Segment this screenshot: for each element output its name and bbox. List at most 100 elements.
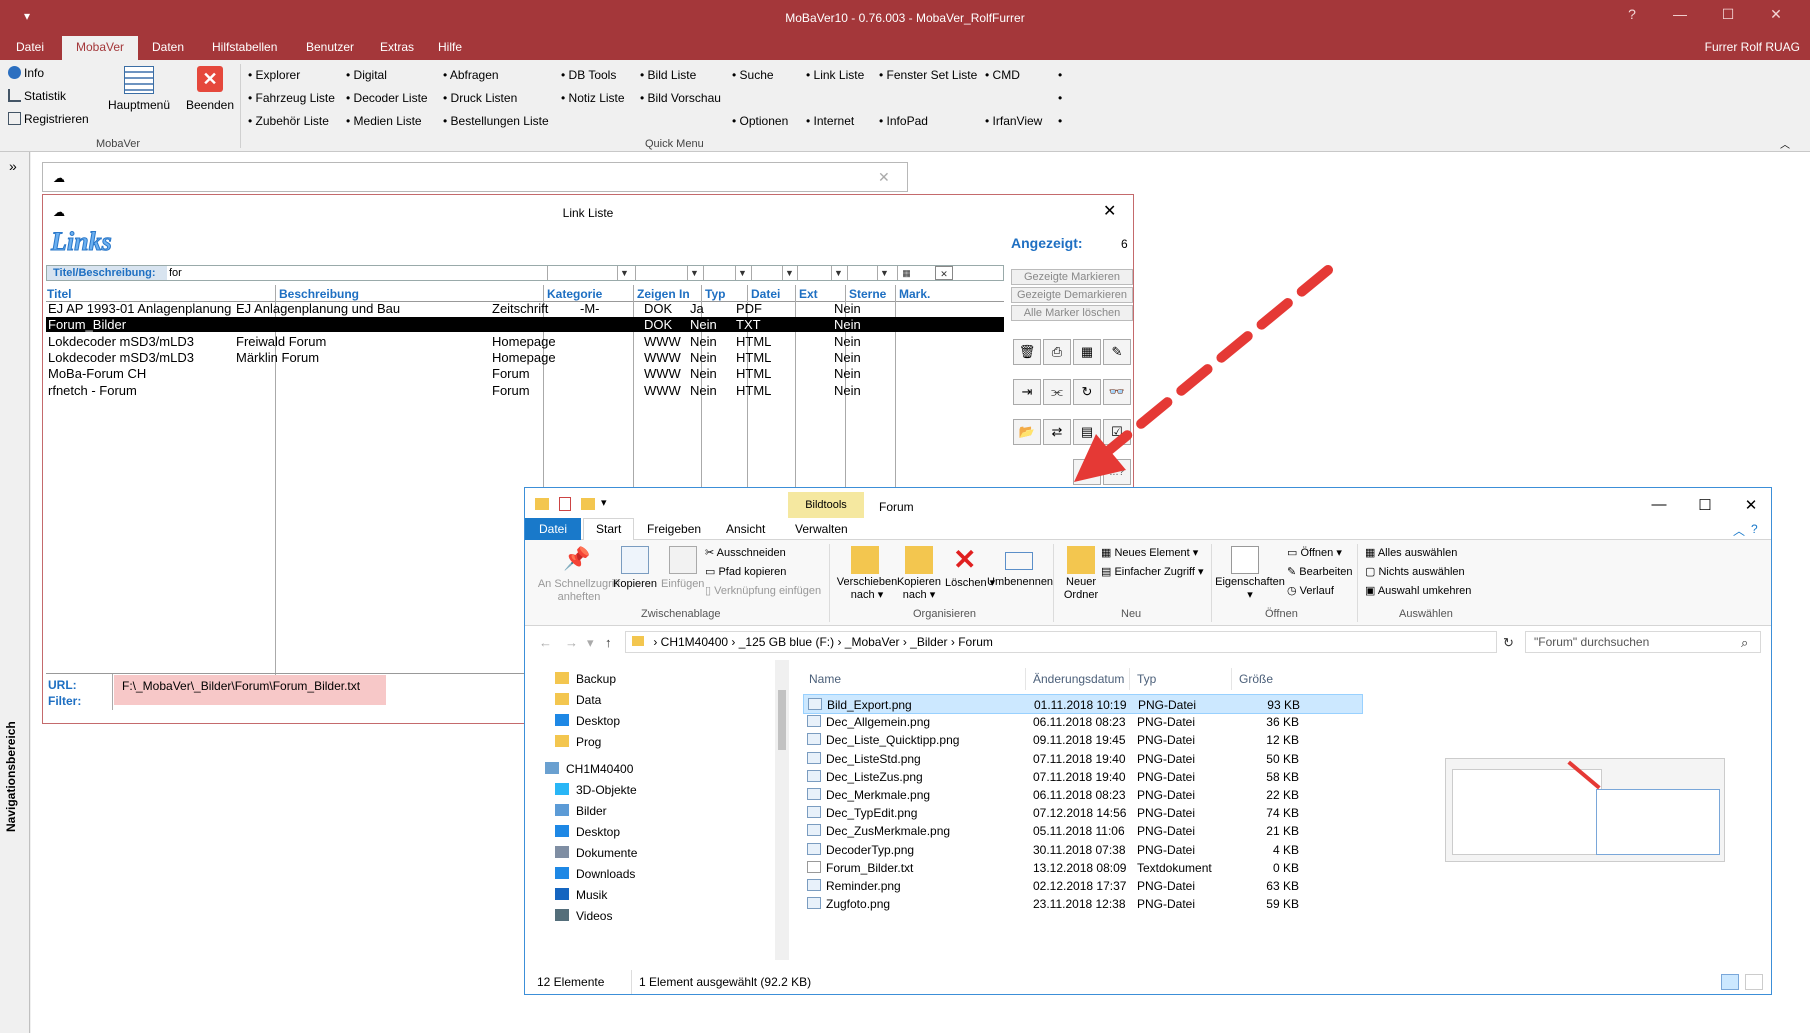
table-row[interactable]: rfnetch - Forum Forum WWW Nein HTML Nein (46, 383, 1004, 398)
minimize-icon[interactable]: — (1639, 496, 1679, 513)
refresh-icon[interactable]: ↻ (1503, 635, 1514, 651)
easy-access-button[interactable]: ▤ Einfacher Zugriff ▾ (1101, 565, 1204, 578)
tab-benutzer[interactable]: Benutzer (306, 40, 354, 54)
tab-hilfe[interactable]: Hilfe (438, 40, 462, 54)
copy-button[interactable]: Kopieren (613, 578, 657, 590)
file-row[interactable]: Dec_ZusMerkmale.png 05.11.2018 11:06 PNG-D… (803, 821, 1363, 841)
crumb-forum[interactable]: Forum (958, 635, 993, 649)
col-beschreibung[interactable]: Beschreibung (279, 287, 359, 301)
address-bar[interactable]: › CH1M40400 › _125 GB blue (F:) › _MobaV… (625, 631, 1497, 653)
qm-bild-vorschau[interactable]: • Bild Vorschau (640, 91, 721, 105)
file-row[interactable]: Reminder.png 02.12.2018 17:37 PNG-Datei 63 … (803, 876, 1363, 896)
large-icons-view-icon[interactable] (1745, 974, 1763, 990)
file-row[interactable]: Bild_Export.png 01.11.2018 10:19 PNG-Datei… (803, 694, 1363, 714)
properties-icon[interactable] (559, 497, 571, 511)
col-kategorie[interactable]: Kategorie (547, 287, 602, 301)
details-view-icon[interactable] (1721, 974, 1739, 990)
typ-filter[interactable] (703, 266, 704, 280)
pin-quick-access-button[interactable]: An Schnellzugriff anheften (533, 578, 625, 604)
qm-optionen[interactable]: • Optionen (732, 114, 788, 128)
minimize-icon[interactable]: — (1660, 6, 1700, 22)
registrieren-button[interactable]: Registrieren (8, 112, 89, 126)
qat-dropdown-icon[interactable]: ▾ (601, 496, 607, 509)
file-row[interactable]: Dec_Merkmale.png 06.11.2018 08:23 PNG-Date… (803, 785, 1363, 805)
qm-fenster-set-liste[interactable]: • Fenster Set Liste (879, 68, 977, 82)
file-row[interactable]: Zugfoto.png 23.11.2018 12:38 PNG-Datei 59 K… (803, 894, 1363, 914)
col-date[interactable]: Änderungsdatum (1033, 672, 1124, 686)
statistik-button[interactable]: Statistik (8, 89, 66, 103)
col-size[interactable]: Größe (1239, 672, 1273, 686)
qm-empty-slot[interactable]: • (1058, 68, 1062, 82)
chevron-down-icon[interactable]: ▼ (782, 266, 796, 280)
file-row[interactable]: DecoderTyp.png 30.11.2018 07:38 PNG-Datei 4… (803, 840, 1363, 860)
new-item-button[interactable]: ▦ Neues Element ▾ (1101, 546, 1198, 559)
help-icon[interactable]: ? (1612, 6, 1652, 22)
qm-empty-slot[interactable]: • (1058, 114, 1062, 128)
file-row[interactable]: Forum_Bilder.txt 13.12.2018 08:09 Textdoku… (803, 858, 1363, 878)
search-icon[interactable]: ⌕ (1741, 635, 1748, 651)
search-input[interactable]: "Forum" durchsuchen (1525, 631, 1761, 653)
tree-item[interactable]: Videos (555, 909, 612, 923)
table-row[interactable]: Lokdecoder mSD3/mLD3 Märklin Forum Homepag… (46, 350, 1004, 365)
qm-medien-liste[interactable]: • Medien Liste (346, 114, 422, 128)
navigation-pane[interactable]: » Navigationsbereich (0, 152, 30, 1033)
tab-ansicht[interactable]: Ansicht (726, 522, 765, 536)
tree-item[interactable]: Desktop (555, 825, 620, 839)
clear-filter-icon[interactable]: ✕ (935, 266, 953, 280)
edit-button[interactable]: ✎ Bearbeiten (1287, 565, 1353, 578)
tree-item[interactable]: Musik (555, 888, 607, 902)
qm-bild-liste[interactable]: • Bild Liste (640, 68, 696, 82)
chevron-down-icon[interactable]: ▼ (735, 266, 749, 280)
tree-item[interactable]: Prog (555, 735, 601, 749)
paste-button[interactable]: Einfügen (661, 578, 704, 590)
new-folder-icon[interactable] (581, 498, 595, 510)
zeigen-in-filter[interactable] (635, 266, 636, 280)
col-titel[interactable]: Titel (47, 287, 71, 301)
expand-chevron-icon[interactable]: » (9, 158, 17, 174)
qm-notiz-liste[interactable]: • Notiz Liste (561, 91, 625, 105)
back-arrow-icon[interactable]: ← (539, 635, 552, 650)
select-all-button[interactable]: ▦ Alles auswählen (1365, 546, 1457, 559)
url-field[interactable]: F:\_MobaVer\_Bilder\Forum\Forum_Bilder.t… (114, 675, 386, 705)
qm-cmd[interactable]: • CMD (985, 68, 1020, 82)
move-to-button[interactable]: Verschieben nach ▾ (835, 576, 899, 602)
maximize-icon[interactable]: ☐ (1708, 6, 1748, 23)
tree-item[interactable]: Data (555, 693, 601, 707)
tab-mobaver[interactable]: MobaVer (62, 36, 139, 60)
ext-filter[interactable] (797, 266, 798, 280)
qm-db-tools[interactable]: • DB Tools (561, 68, 616, 82)
paste-shortcut-button[interactable]: ▯ Verknüpfung einfügen (705, 584, 821, 597)
qm-internet[interactable]: • Internet (806, 114, 854, 128)
open-folder-icon[interactable]: 📂 (1013, 419, 1041, 445)
tree-item[interactable]: 3D-Objekte (555, 783, 637, 797)
tab-hilfstabellen[interactable]: Hilfstabellen (212, 40, 277, 54)
crumb-drive[interactable]: _125 GB blue (F:) (739, 635, 834, 649)
cut-button[interactable]: ✂ Ausschneiden (705, 546, 786, 559)
qm-decoder-liste[interactable]: • Decoder Liste (346, 91, 428, 105)
qm-explorer[interactable]: • Explorer (248, 68, 300, 82)
file-row[interactable]: Dec_Allgemein.png 06.11.2018 08:23 PNG-Dat… (803, 712, 1363, 732)
tree-item[interactable]: Bilder (555, 804, 607, 818)
tree-item[interactable]: Downloads (555, 867, 635, 881)
qm-druck-listen[interactable]: • Druck Listen (443, 91, 517, 105)
tree-item[interactable]: CH1M40400 (545, 762, 633, 776)
col-type[interactable]: Typ (1137, 672, 1156, 686)
file-row[interactable]: Dec_ListeStd.png 07.11.2018 19:40 PNG-Date… (803, 749, 1363, 769)
qm-fahrzeug-liste[interactable]: • Fahrzeug Liste (248, 91, 335, 105)
file-row[interactable]: Dec_TypEdit.png 07.12.2018 14:56 PNG-Datei… (803, 803, 1363, 823)
close-icon[interactable]: ✕ (878, 169, 890, 186)
col-datei[interactable]: Datei (751, 287, 780, 301)
help-icon[interactable]: ? (1751, 522, 1758, 536)
scrollbar-thumb[interactable] (778, 690, 786, 750)
properties-button[interactable]: Eigenschaften ▾ (1213, 576, 1287, 602)
table-row[interactable]: Lokdecoder mSD3/mLD3 Freiwald Forum Homepa… (46, 334, 1004, 349)
qm-abfragen[interactable]: • Abfragen (443, 68, 499, 82)
col-name[interactable]: Name (809, 672, 841, 686)
copy-to-button[interactable]: Kopieren nach ▾ (891, 576, 947, 602)
rename-button[interactable]: Umbenennen (987, 576, 1053, 588)
tree-item[interactable]: Desktop (555, 714, 620, 728)
recent-dropdown-icon[interactable]: ▾ (587, 635, 594, 651)
qm-link-liste[interactable]: • Link Liste (806, 68, 864, 82)
maximize-icon[interactable]: ☐ (1685, 496, 1725, 514)
chevron-down-icon[interactable]: ▼ (831, 266, 845, 280)
